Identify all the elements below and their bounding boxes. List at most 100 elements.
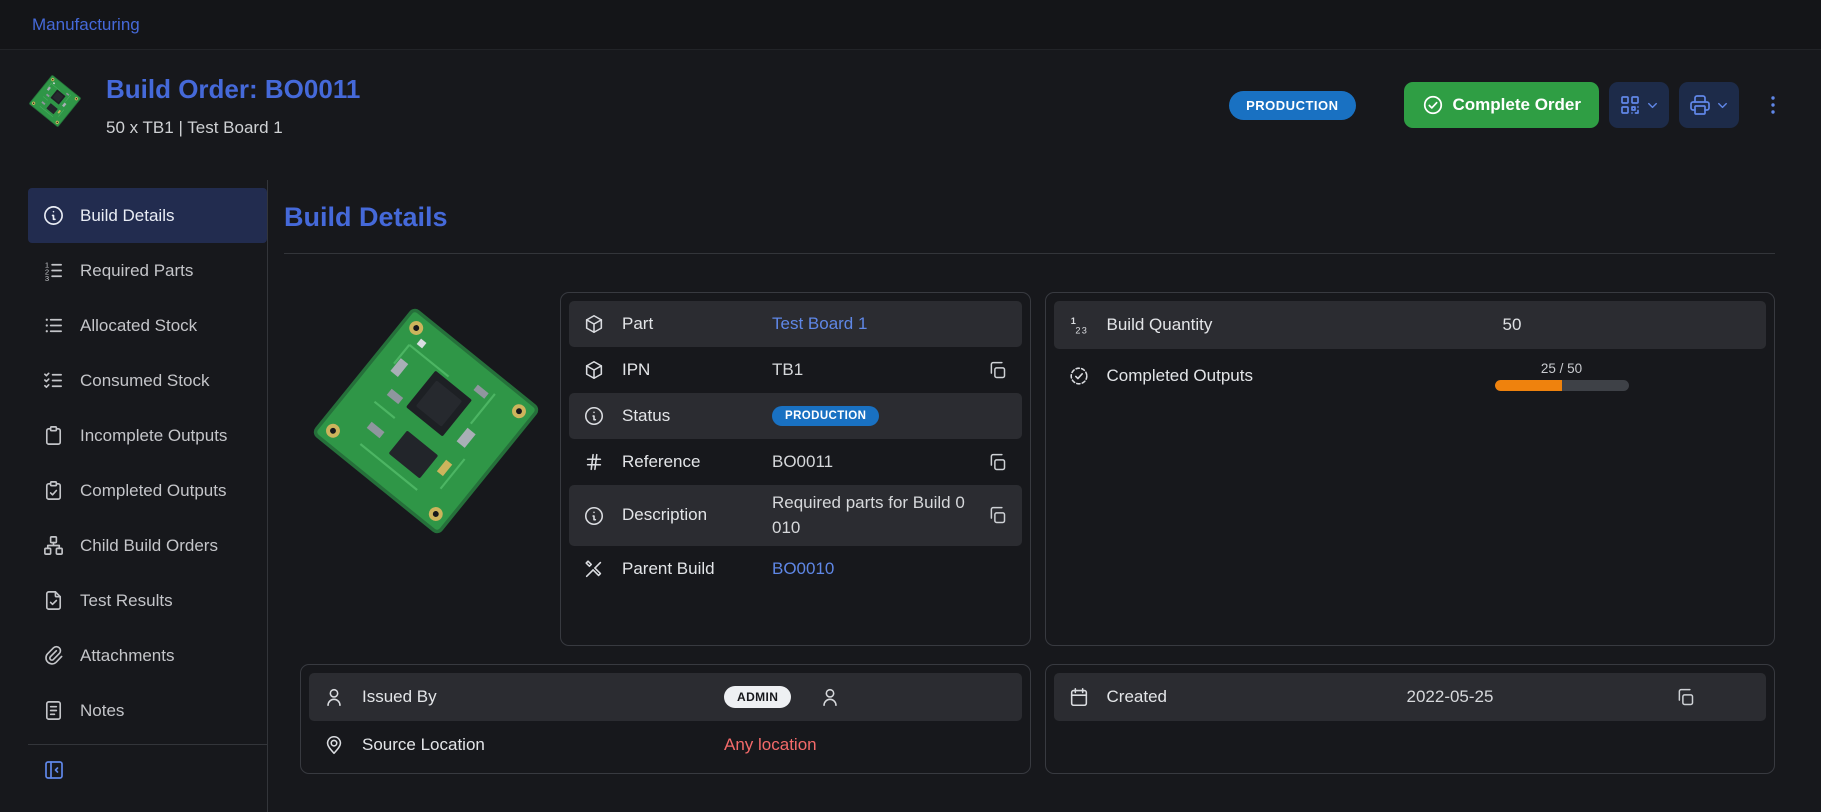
- heading-divider: [284, 253, 1775, 254]
- page-title: Build Order: BO0011: [106, 74, 360, 105]
- dots-vertical-icon: [1761, 93, 1785, 117]
- title-block: Build Order: BO0011 50 x TB1 | Test Boar…: [106, 74, 360, 138]
- header-actions: PRODUCTION Complete Order: [1229, 82, 1785, 128]
- detail-label: Description: [622, 504, 720, 527]
- sidebar-item-label: Completed Outputs: [80, 481, 226, 501]
- source-location-row: Source Location Any location: [309, 721, 1022, 769]
- detail-row-ipn: IPN TB1: [569, 347, 1022, 393]
- info-circle-icon: [42, 204, 65, 227]
- copy-button[interactable]: [987, 360, 1008, 381]
- progress-track: [1495, 380, 1629, 391]
- sidebar-item-build-details[interactable]: Build Details: [28, 188, 267, 243]
- user-icon: [819, 686, 841, 708]
- sidebar-item-consumed-stock[interactable]: Consumed Stock: [28, 353, 267, 408]
- info-circle-icon: [583, 505, 605, 527]
- issued-by-label: Issued By: [362, 687, 722, 707]
- list-numbers-icon: 123: [42, 259, 65, 282]
- detail-label: Reference: [622, 451, 720, 474]
- created-label: Created: [1107, 687, 1407, 707]
- calendar-icon: [1068, 686, 1090, 708]
- copy-button[interactable]: [1675, 687, 1696, 708]
- more-actions-button[interactable]: [1761, 93, 1785, 117]
- status-badge: PRODUCTION: [772, 406, 879, 426]
- page: Manufacturing Build Order: BO0011 50 x T…: [0, 0, 1821, 812]
- created-row: Created 2022-05-25: [1054, 673, 1767, 721]
- parent-build-link[interactable]: BO0010: [772, 559, 834, 579]
- sidebar-item-incomplete-outputs[interactable]: Incomplete Outputs: [28, 408, 267, 463]
- build-quantity-panel: 123 Build Quantity 50 Completed Outputs …: [1045, 292, 1776, 646]
- source-location-label: Source Location: [362, 735, 722, 755]
- hash-icon: [583, 451, 605, 473]
- pcb-thumbnail-image: [27, 73, 83, 129]
- chevron-down-icon: [1645, 98, 1660, 113]
- breadcrumb: Manufacturing: [0, 0, 1821, 50]
- paperclip-icon: [42, 644, 65, 667]
- complete-order-label: Complete Order: [1453, 95, 1581, 115]
- issued-by-badge: ADMIN: [724, 686, 791, 708]
- complete-order-button[interactable]: Complete Order: [1404, 82, 1599, 128]
- printer-icon: [1688, 93, 1712, 117]
- sitemap-icon: [42, 534, 65, 557]
- completed-progress-fill: [1495, 380, 1562, 391]
- copy-button[interactable]: [987, 452, 1008, 473]
- copy-icon: [987, 452, 1008, 473]
- details-left-column: Part Test Board 1 IPN TB1: [300, 292, 1031, 646]
- pcb-image: [304, 299, 549, 544]
- clipboard-check-icon: [42, 479, 65, 502]
- chevron-down-icon: [1715, 98, 1730, 113]
- copy-icon: [1675, 687, 1696, 708]
- copy-button[interactable]: [987, 505, 1008, 526]
- content-area: Build Details 123 Required Parts Allocat…: [0, 180, 1821, 812]
- detail-label: Parent Build: [622, 558, 720, 581]
- clock-check-icon: [1068, 365, 1090, 387]
- details-grid: Part Test Board 1 IPN TB1: [300, 292, 1775, 774]
- breadcrumb-manufacturing[interactable]: Manufacturing: [32, 15, 140, 35]
- file-report-icon: [42, 589, 65, 612]
- package-icon: [583, 313, 605, 335]
- detail-label: Part: [622, 313, 720, 336]
- sidebar-collapse-button[interactable]: [28, 745, 80, 795]
- sidebar-item-completed-outputs[interactable]: Completed Outputs: [28, 463, 267, 518]
- detail-label: Status: [622, 405, 720, 428]
- copy-icon: [987, 360, 1008, 381]
- status-badge: PRODUCTION: [1229, 91, 1355, 120]
- completed-progress: 25 / 50: [1495, 355, 1629, 397]
- sidebar-item-label: Required Parts: [80, 261, 193, 281]
- svg-text:3: 3: [45, 274, 49, 282]
- sidebar-item-required-parts[interactable]: 123 Required Parts: [28, 243, 267, 298]
- list-check-icon: [42, 369, 65, 392]
- print-actions-button[interactable]: [1679, 82, 1739, 128]
- sidebar-item-attachments[interactable]: Attachments: [28, 628, 267, 683]
- detail-value: Required parts for Build 0010: [772, 491, 972, 540]
- barcode-actions-button[interactable]: [1609, 82, 1669, 128]
- sidebar-item-test-results[interactable]: Test Results: [28, 573, 267, 628]
- info-circle-icon: [583, 405, 605, 427]
- main-panel: Build Details Part Test Board 1: [268, 180, 1821, 812]
- completed-outputs-label: Completed Outputs: [1107, 366, 1467, 386]
- detail-row-reference: Reference BO0011: [569, 439, 1022, 485]
- list-icon: [42, 314, 65, 337]
- build-quantity-label: Build Quantity: [1107, 315, 1467, 335]
- build-quantity-value: 50: [1503, 315, 1522, 335]
- sidebar-item-child-build-orders[interactable]: Child Build Orders: [28, 518, 267, 573]
- sidebar-item-allocated-stock[interactable]: Allocated Stock: [28, 298, 267, 353]
- circle-check-icon: [1422, 94, 1444, 116]
- sidebar-item-label: Build Details: [80, 206, 175, 226]
- svg-text:2: 2: [1075, 325, 1080, 335]
- part-link[interactable]: Test Board 1: [772, 314, 867, 334]
- detail-row-part: Part Test Board 1: [569, 301, 1022, 347]
- detail-row-parent-build: Parent Build BO0010: [569, 546, 1022, 592]
- tools-icon: [583, 558, 605, 580]
- clipboard-icon: [42, 424, 65, 447]
- progress-text: 25 / 50: [1541, 361, 1582, 376]
- sidebar-item-label: Notes: [80, 701, 124, 721]
- part-image[interactable]: [300, 292, 552, 646]
- build-thumbnail[interactable]: [28, 74, 82, 128]
- sidebar-item-notes[interactable]: Notes: [28, 683, 267, 738]
- map-pin-icon: [323, 734, 345, 756]
- sidebar-item-label: Consumed Stock: [80, 371, 209, 391]
- package-icon: [583, 359, 605, 381]
- notes-icon: [42, 699, 65, 722]
- build-quantity-row: 123 Build Quantity 50: [1054, 301, 1767, 349]
- sidebar-item-label: Allocated Stock: [80, 316, 197, 336]
